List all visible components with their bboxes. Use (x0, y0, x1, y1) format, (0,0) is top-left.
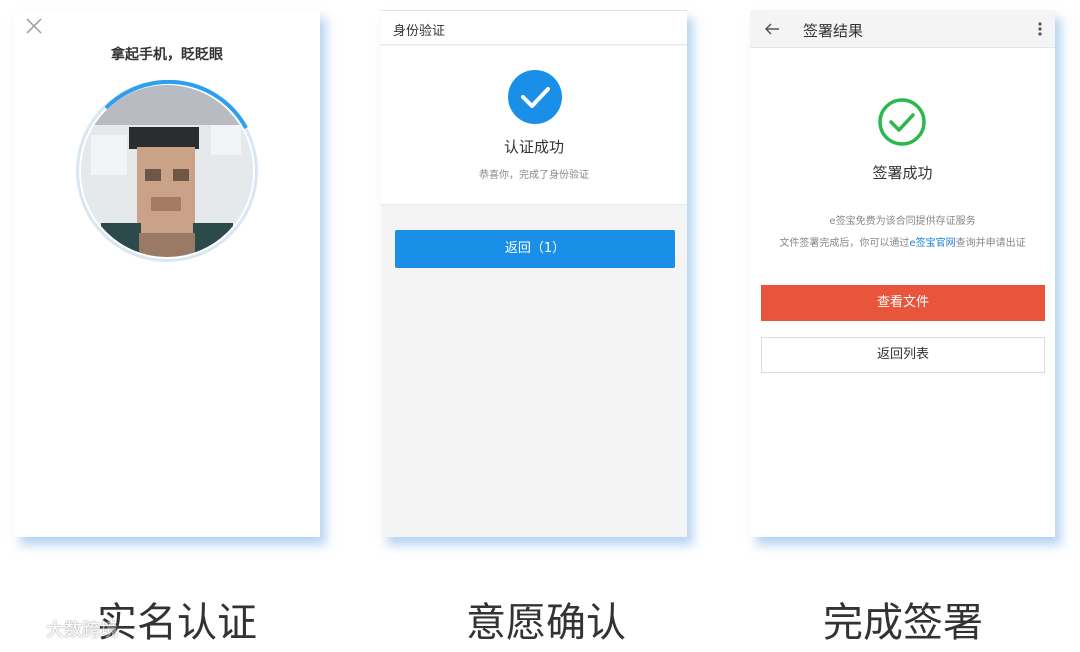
success-card: 认证成功 恭喜你，完成了身份验证 (381, 46, 687, 205)
weibo-logo-icon (10, 620, 39, 639)
header-bar: 身份验证 (381, 11, 687, 45)
success-subtitle: 恭喜你，完成了身份验证 (479, 170, 589, 181)
view-file-button[interactable]: 查看文件 (761, 285, 1045, 321)
success-title: 签署成功 (872, 164, 933, 182)
face-photo-pixelated (81, 85, 253, 257)
check-icon (508, 70, 562, 124)
back-button[interactable]: 返回（1） (395, 230, 675, 268)
header-title: 签署结果 (803, 22, 864, 40)
identity-verification-screen: 身份验证 认证成功 恭喜你，完成了身份验证 返回（1） (381, 10, 687, 537)
signing-result-screen: 签署结果 签署成功 e签宝免费为该合同提供存证服务 文件签署完成后，你可以通过e… (750, 10, 1055, 537)
check-circle-icon (878, 98, 926, 146)
evidence-service-text: e签宝免费为该合同提供存证服务 (829, 216, 976, 227)
face-verification-screen: 拿起手机，眨眨眼 (14, 10, 320, 537)
more-vertical-icon[interactable] (1035, 19, 1045, 39)
watermark: 大数跨境 (8, 616, 118, 642)
info-suffix: 查询并申请出证 (955, 238, 1026, 249)
back-arrow-icon[interactable] (762, 19, 782, 39)
watermark-text: 大数跨境 (46, 620, 118, 641)
info-prefix: 文件签署完成后，你可以通过 (779, 238, 910, 249)
back-to-list-button[interactable]: 返回列表 (761, 337, 1045, 373)
official-site-link[interactable]: e签宝官网 (909, 238, 955, 249)
face-instruction-title: 拿起手机，眨眨眼 (111, 47, 223, 63)
close-icon[interactable] (24, 16, 44, 36)
caption-intent-confirmation: 意愿确认 (466, 600, 626, 646)
caption-signing-complete: 完成签署 (823, 600, 983, 646)
header-bar: 签署结果 (750, 10, 1055, 48)
certificate-info-text: 文件签署完成后，你可以通过e签宝官网查询并申请出证 (750, 234, 1055, 249)
header-title: 身份验证 (393, 24, 446, 39)
success-title: 认证成功 (503, 138, 564, 156)
